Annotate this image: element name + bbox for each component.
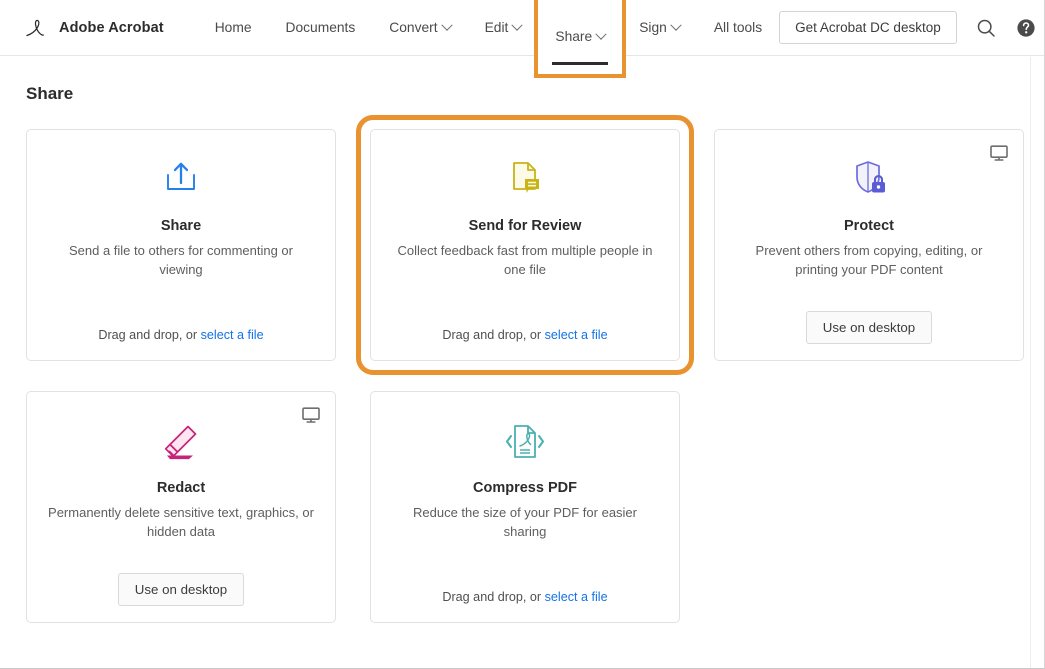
card-title: Protect: [844, 218, 894, 234]
card-description: Send a file to others for commenting or …: [68, 243, 293, 277]
brand-name: Adobe Acrobat: [59, 19, 164, 36]
document-comment-icon: [501, 152, 549, 208]
card-slot-redact: Redact Permanently delete sensitive text…: [26, 391, 336, 623]
app-header: Adobe Acrobat Home Documents Convert Edi…: [0, 0, 1045, 78]
tool-card-compress-pdf[interactable]: Compress PDF Reduce the size of your PDF…: [370, 391, 680, 623]
card-slot-share: Share Send a file to others for commenti…: [26, 129, 336, 361]
nav-item-label: Share: [555, 29, 593, 44]
dropzone-hint: Drag and drop, or select a file: [442, 328, 607, 342]
card-description: Reduce the size of your PDF for easier s…: [413, 505, 637, 539]
upload-share-icon: [156, 152, 206, 208]
nav-item-convert[interactable]: Convert: [372, 0, 467, 55]
card-slot-protect: Protect Prevent others from copying, edi…: [714, 129, 1024, 361]
nav-item-sign[interactable]: Sign: [622, 0, 697, 55]
compress-pdf-icon: [499, 414, 551, 470]
card-description: Collect feedback fast from multiple peop…: [397, 243, 653, 277]
nav-item-documents[interactable]: Documents: [269, 0, 373, 55]
get-acrobat-desktop-button[interactable]: Get Acrobat DC desktop: [779, 11, 957, 44]
main-navigation: Home Documents Convert Edit Share Sign A…: [198, 0, 779, 78]
select-a-file-link[interactable]: select a file: [545, 590, 608, 604]
dropzone-hint: Drag and drop, or select a file: [442, 590, 607, 604]
card-footer: Drag and drop, or select a file: [442, 588, 607, 606]
nav-item-label: Documents: [285, 20, 356, 35]
dropzone-hint: Drag and drop, or select a file: [98, 328, 263, 342]
select-a-file-link[interactable]: select a file: [545, 328, 608, 342]
highlighter-marker-icon: [155, 414, 207, 470]
monitor-icon: [301, 405, 321, 425]
nav-item-label: Home: [214, 20, 252, 35]
tools-grid: Share Send a file to others for commenti…: [26, 115, 1024, 623]
monitor-icon: [989, 143, 1009, 163]
dropzone-text: Drag and drop, or: [442, 328, 545, 342]
acrobat-logo-icon: [22, 15, 48, 41]
card-description: Permanently delete sensitive text, graph…: [48, 505, 314, 539]
chevron-down-icon: [511, 19, 524, 31]
card-title: Share: [160, 218, 202, 234]
card-title: Compress PDF: [473, 480, 577, 496]
dropzone-text: Drag and drop, or: [98, 328, 201, 342]
card-footer: Use on desktop: [117, 573, 245, 606]
chevron-down-icon: [670, 19, 682, 31]
select-a-file-link[interactable]: select a file: [201, 328, 264, 342]
page-title: Share: [26, 84, 74, 103]
card-footer: Drag and drop, or select a file: [98, 326, 263, 344]
brand[interactable]: Adobe Acrobat: [22, 15, 164, 41]
card-footer: Use on desktop: [805, 311, 933, 344]
card-slot-send-for-review: Send for Review Collect feedback fast fr…: [356, 115, 694, 375]
card-title: Redact: [156, 480, 206, 496]
dropzone-text: Drag and drop, or: [442, 590, 545, 604]
nav-item-home[interactable]: Home: [198, 0, 269, 55]
use-on-desktop-button[interactable]: Use on desktop: [117, 573, 245, 606]
active-tab-underline: [552, 62, 609, 65]
search-icon[interactable]: [975, 17, 997, 39]
page-content: Share Share Send a file to others for co…: [0, 56, 1044, 623]
card-slot-compress-pdf: Compress PDF Reduce the size of your PDF…: [370, 391, 680, 623]
tool-card-send-for-review[interactable]: Send for Review Collect feedback fast fr…: [370, 129, 680, 361]
card-footer: Drag and drop, or select a file: [442, 326, 607, 344]
header-actions: Get Acrobat DC desktop: [779, 11, 1045, 44]
use-on-desktop-button[interactable]: Use on desktop: [805, 311, 933, 344]
nav-item-label: Edit: [484, 20, 509, 35]
nav-item-label: Convert: [389, 20, 438, 35]
card-title: Send for Review: [468, 218, 582, 234]
nav-item-label: All tools: [713, 20, 763, 35]
vertical-scrollbar[interactable]: [1030, 57, 1044, 668]
nav-item-share[interactable]: Share: [534, 0, 627, 78]
card-description: Prevent others from copying, editing, or…: [755, 243, 983, 277]
nav-item-label: Sign: [639, 20, 667, 35]
acrobat-web-app: Adobe Acrobat Home Documents Convert Edi…: [0, 0, 1045, 669]
chevron-down-icon: [440, 19, 453, 31]
nav-item-all-tools[interactable]: All tools: [697, 0, 779, 55]
shield-lock-icon: [844, 152, 894, 208]
nav-item-edit[interactable]: Edit: [468, 0, 539, 55]
tool-card-redact[interactable]: Redact Permanently delete sensitive text…: [26, 391, 336, 623]
tool-card-protect[interactable]: Protect Prevent others from copying, edi…: [714, 129, 1024, 361]
chevron-down-icon: [595, 28, 607, 40]
help-icon[interactable]: [1015, 17, 1037, 39]
tool-card-share[interactable]: Share Send a file to others for commenti…: [26, 129, 336, 361]
